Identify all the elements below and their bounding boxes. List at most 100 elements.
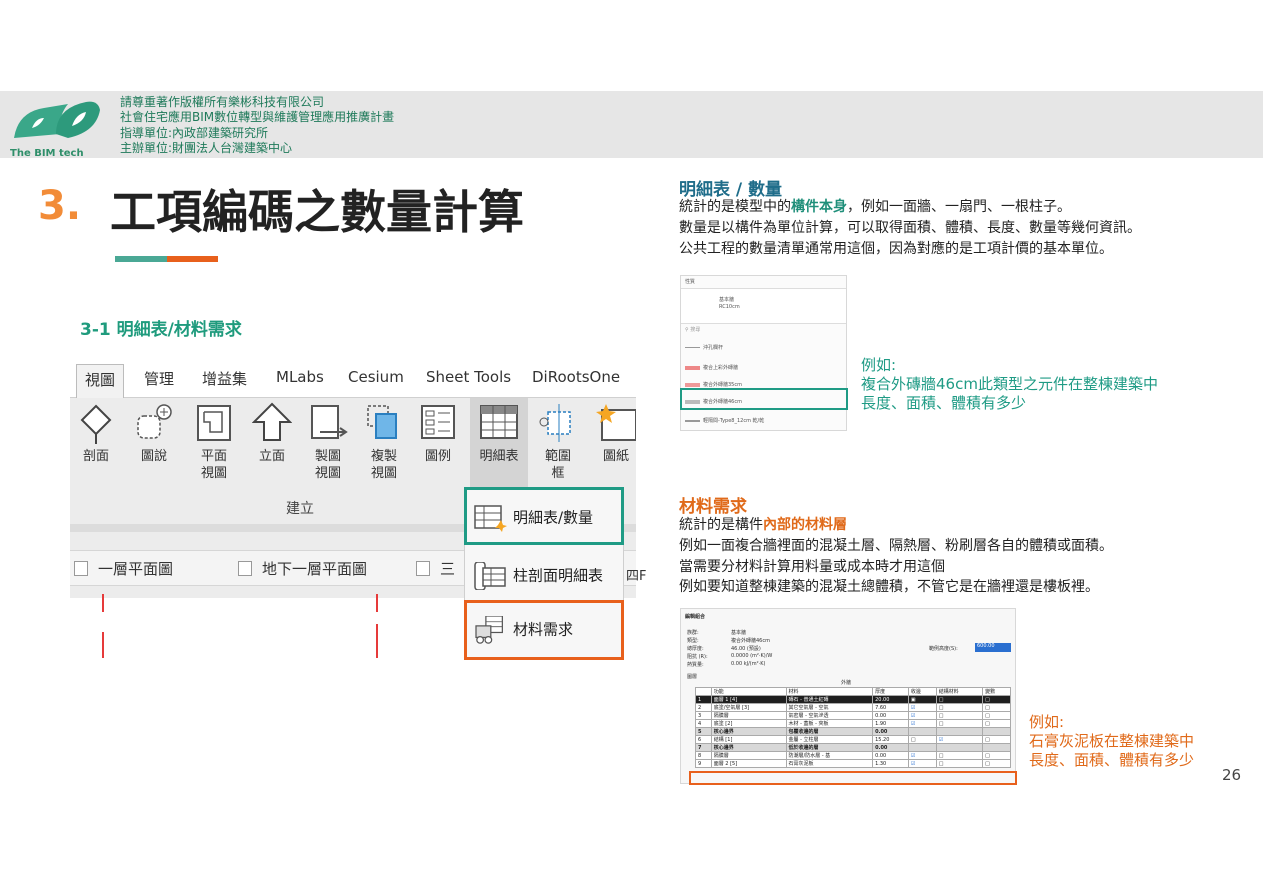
section2-heading: 材料需求 [679, 497, 747, 517]
cell [935, 727, 984, 736]
view-tab-icon [74, 561, 88, 576]
cell: 氣密層 - 空氣滲透 [785, 711, 874, 720]
title-underline-orange [167, 256, 218, 262]
variable-checkbox[interactable]: □ [982, 695, 1011, 704]
cell: 15.20 [872, 735, 909, 744]
view-tab-b1-plan[interactable]: 地下一層平面圖 [238, 558, 367, 579]
type-list-item[interactable]: 輕隔間-Type8_12cm 乾/乾 [685, 417, 764, 424]
cell: 9 [695, 759, 712, 768]
tab-cesium[interactable]: Cesium [348, 368, 404, 386]
cell [907, 727, 937, 736]
tab-dirootsone[interactable]: DiRootsOne [532, 368, 620, 386]
scope-box-tool[interactable]: 範圍 框 [536, 402, 580, 482]
cell: 結構 [1] [710, 735, 787, 744]
column-header [695, 687, 712, 696]
marker-line [376, 624, 378, 658]
tab-addins[interactable]: 增益集 [202, 368, 247, 389]
cell: 8 [695, 751, 712, 760]
variable-checkbox[interactable]: □ [982, 751, 1011, 760]
scope-box-label: 範圍 框 [544, 449, 571, 481]
cell: 防潮層/防水層 - 基 [785, 751, 874, 760]
sheet-tool[interactable]: 圖紙 [594, 402, 636, 465]
column-header: 功能 [710, 687, 787, 696]
structural-checkbox[interactable]: □ [935, 751, 984, 760]
tab-view[interactable]: 視圖 [76, 364, 125, 398]
structural-checkbox[interactable]: □ [935, 759, 984, 768]
structural-checkbox[interactable]: □ [935, 711, 984, 720]
plan-view-icon [197, 405, 231, 441]
wraps-checkbox[interactable]: □ [907, 735, 937, 744]
title-underline-teal [115, 256, 167, 262]
header-line-3: 指導單位:內政部建築研究所 [120, 126, 269, 140]
menu-item-column-schedule[interactable]: 柱剖面明細表 [473, 562, 603, 590]
callout-icon [137, 404, 172, 439]
edit-assembly-screenshot: 編輯組合 族群: 基本牆 類型: 複合外磚牆46cm 總厚度: 46.00 (預… [680, 608, 1016, 784]
legend-tool[interactable]: 圖例 [416, 402, 460, 465]
type-list-item[interactable]: 複合外磚牆35cm [685, 381, 742, 388]
sheet-label: 圖紙 [602, 449, 629, 464]
sample-height-input[interactable]: 600.00 [975, 643, 1011, 652]
table-header-row: 功能 材料 厚度 收邊 結構材料 變數 [695, 687, 1011, 696]
structural-checkbox[interactable]: □ [935, 719, 984, 728]
column-schedule-icon [474, 562, 506, 590]
wraps-checkbox[interactable]: ☑ [907, 751, 937, 760]
tab-manage[interactable]: 管理 [144, 368, 174, 389]
tab-sheet-tools[interactable]: Sheet Tools [426, 368, 511, 386]
section-tool[interactable]: 剖面 [74, 402, 118, 465]
cell: 木材 - 蓋板 - 夾板 [785, 719, 874, 728]
partial-tab-text: 四F [626, 569, 647, 584]
field-value: 基本牆 [731, 630, 747, 636]
elevation-tool[interactable]: 立面 [250, 402, 294, 465]
duplicate-view-tool[interactable]: 複製 視圖 [362, 402, 406, 482]
tab-mlabs[interactable]: MLabs [276, 368, 324, 386]
variable-checkbox[interactable]: □ [982, 735, 1011, 744]
wraps-checkbox[interactable]: ☑ [907, 703, 937, 712]
wraps-checkbox[interactable]: ☑ [907, 759, 937, 768]
cell: 金屬 - 立柱層 [785, 735, 874, 744]
plan-view-label: 平面 視圖 [192, 448, 236, 482]
cell: 隔膜層 [710, 751, 787, 760]
table-row[interactable]: 8 隔膜層 防潮層/防水層 - 基 0.00 ☑ □ □ [695, 751, 1011, 760]
type-list-label: 複合上彩外磚牆 [703, 365, 739, 371]
type-list-item[interactable]: 沖孔欄杆 [685, 344, 723, 351]
header-line-2: 社會住宅應用BIM數位轉型與維護管理應用推廣計畫 [120, 110, 395, 124]
cell: 2 [695, 703, 712, 712]
wraps-checkbox[interactable]: ▣ [907, 695, 937, 704]
view-tab-1f-plan[interactable]: 一層平面圖 [74, 558, 173, 579]
section-subtitle: 3-1 明細表/材料需求 [80, 320, 242, 340]
schedule-tool[interactable]: 明細表 [470, 398, 528, 490]
table-row[interactable]: 5 核心邊界 包覆收邊的層 0.00 [695, 727, 1011, 736]
callout-tool[interactable]: 圖說 [132, 402, 176, 465]
page-number: 26 [1222, 766, 1242, 784]
cell: 磚石 - 普通土紅磚 [785, 695, 874, 704]
variable-checkbox[interactable]: □ [982, 759, 1011, 768]
type-list-item[interactable]: 複合上彩外磚牆 [685, 364, 738, 371]
text-span: 統計的是模型中的 [679, 199, 791, 215]
table-row[interactable]: 1 面層 1 [4] 磚石 - 普通土紅磚 20.00 ▣ □ □ [695, 695, 1011, 704]
structural-checkbox[interactable]: □ [935, 703, 984, 712]
wraps-checkbox[interactable]: ☑ [907, 711, 937, 720]
family-name: 基本牆 [719, 297, 735, 303]
structural-checkbox[interactable]: □ [935, 695, 984, 704]
table-row[interactable]: 6 結構 [1] 金屬 - 立柱層 15.20 □ ☑ □ [695, 735, 1011, 744]
plan-view-tool[interactable]: 平面 視圖 [192, 402, 236, 482]
cell: 20.00 [872, 695, 909, 704]
variable-checkbox[interactable]: □ [982, 703, 1011, 712]
wall-swatch-icon [685, 365, 700, 370]
table-row[interactable]: 2 底塗/空氣層 [3] 其它空氣層 - 空氣 7.60 ☑ □ □ [695, 703, 1011, 712]
view-tab-3[interactable]: 三 [416, 558, 455, 579]
table-row[interactable]: 7 核心邊界 低於收邊的層 0.00 [695, 743, 1011, 752]
field-label: 總厚度: [687, 646, 704, 652]
structural-checkbox[interactable]: ☑ [935, 735, 984, 744]
drafting-view-tool[interactable]: 製圖 視圖 [306, 402, 350, 482]
table-row[interactable]: 4 底塗 [2] 木材 - 蓋板 - 夾板 1.90 ☑ □ □ [695, 719, 1011, 728]
cell [982, 727, 1011, 736]
search-box[interactable]: ⚲ 搜尋 [685, 326, 700, 333]
variable-checkbox[interactable]: □ [982, 719, 1011, 728]
variable-checkbox[interactable]: □ [982, 711, 1011, 720]
table-row[interactable]: 3 隔膜層 氣密層 - 空氣滲透 0.00 ☑ □ □ [695, 711, 1011, 720]
wraps-checkbox[interactable]: ☑ [907, 719, 937, 728]
drafting-view-label: 製圖 視圖 [314, 449, 341, 481]
table-row[interactable]: 9 面層 2 [5] 石膏灰泥板 1.30 ☑ □ □ [695, 759, 1011, 768]
cell: 5 [695, 727, 712, 736]
